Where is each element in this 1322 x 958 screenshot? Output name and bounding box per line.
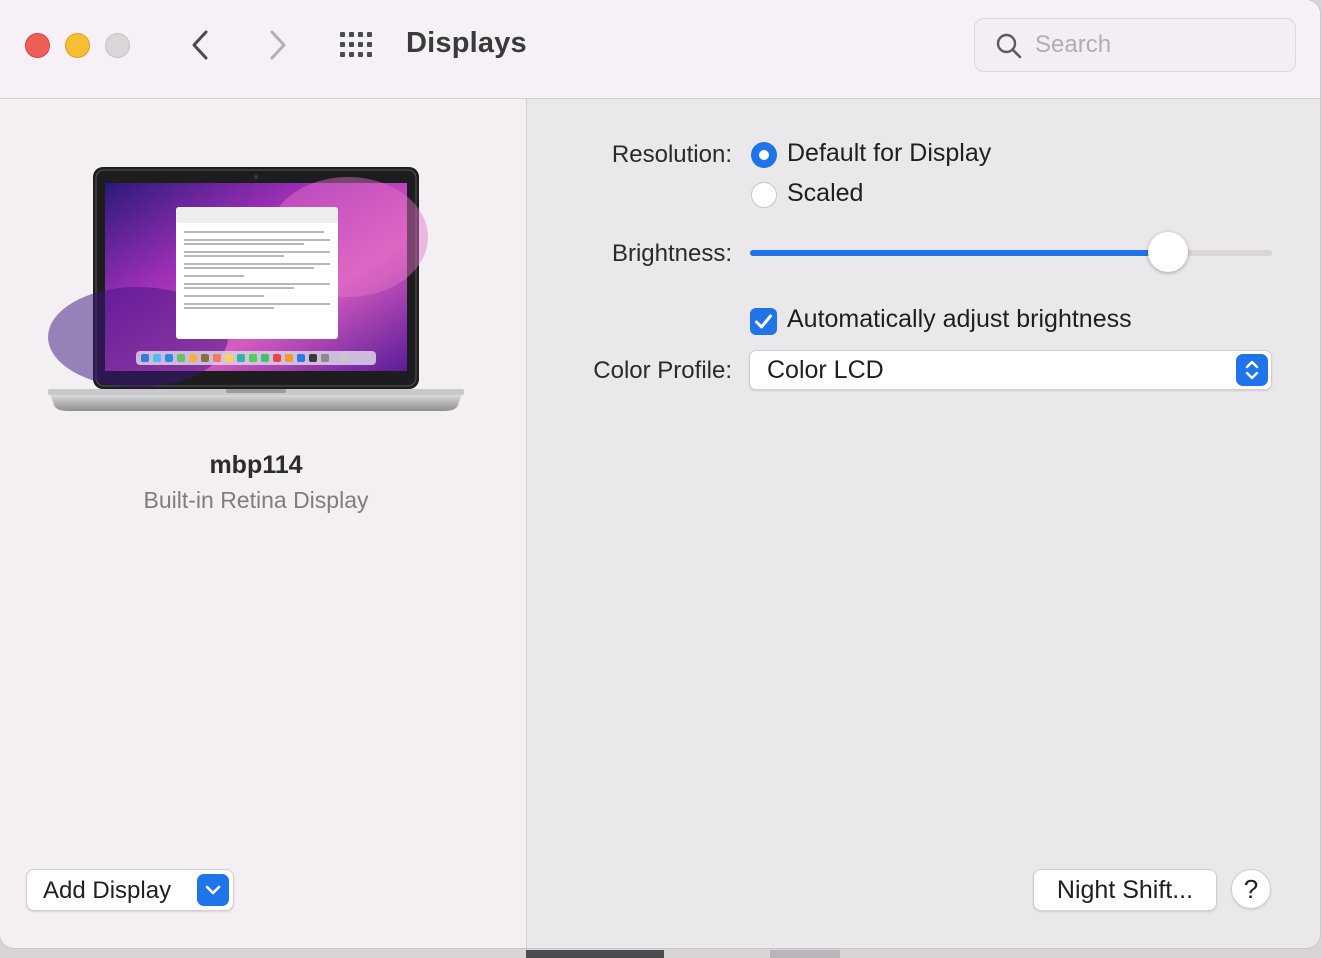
background-window-edge-2 — [770, 950, 840, 958]
color-profile-value: Color LCD — [767, 356, 884, 384]
radio-scaled[interactable] — [751, 182, 777, 208]
minimize-window-button[interactable] — [65, 33, 90, 58]
laptop-image — [48, 167, 464, 417]
display-name: mbp114 — [209, 451, 303, 479]
back-button[interactable] — [186, 26, 216, 64]
display-settings: Resolution: Default for Display Scaled B… — [527, 99, 1320, 948]
search-icon — [995, 32, 1023, 60]
chevron-down-icon — [197, 874, 229, 906]
display-type: Built-in Retina Display — [143, 487, 369, 513]
background-window-edge — [526, 950, 664, 958]
display-sidebar: mbp114 Built-in Retina Display Add Displ… — [0, 99, 527, 948]
zoom-window-button — [105, 33, 130, 58]
radio-default-for-display[interactable] — [751, 142, 777, 168]
chevron-left-icon — [192, 30, 208, 60]
radio-label-default-for-display[interactable]: Default for Display — [787, 139, 991, 168]
title-bar: Displays — [0, 0, 1320, 99]
add-display-popup-button[interactable]: Add Display — [26, 869, 234, 911]
grid-icon — [340, 32, 372, 57]
auto-brightness-label[interactable]: Automatically adjust brightness — [787, 305, 1132, 334]
color-profile-label: Color Profile: — [593, 357, 732, 384]
checkmark-icon — [755, 314, 772, 329]
search-field[interactable] — [974, 18, 1296, 72]
brightness-slider[interactable] — [750, 232, 1272, 272]
add-display-label: Add Display — [43, 877, 172, 904]
brightness-slider-thumb[interactable] — [1147, 232, 1188, 272]
show-all-button[interactable] — [338, 30, 378, 60]
close-window-button[interactable] — [25, 33, 50, 58]
system-preferences-window: Displays Search mbp114 Built-in Retina D… — [0, 0, 1320, 948]
forward-button[interactable] — [262, 26, 292, 64]
brightness-slider-fill — [750, 250, 1168, 256]
radio-label-scaled[interactable]: Scaled — [787, 179, 863, 208]
search-input[interactable] — [1035, 27, 1285, 63]
color-profile-select[interactable]: Color LCD — [749, 350, 1272, 390]
resolution-label: Resolution: — [611, 141, 732, 168]
window-title: Displays — [406, 27, 527, 59]
night-shift-button[interactable]: Night Shift... — [1033, 869, 1217, 911]
up-down-chevron-icon — [1236, 354, 1268, 386]
auto-brightness-checkbox[interactable] — [750, 308, 777, 335]
help-button[interactable]: ? — [1231, 869, 1271, 909]
chevron-right-icon — [270, 30, 286, 60]
brightness-label: Brightness: — [611, 240, 732, 267]
